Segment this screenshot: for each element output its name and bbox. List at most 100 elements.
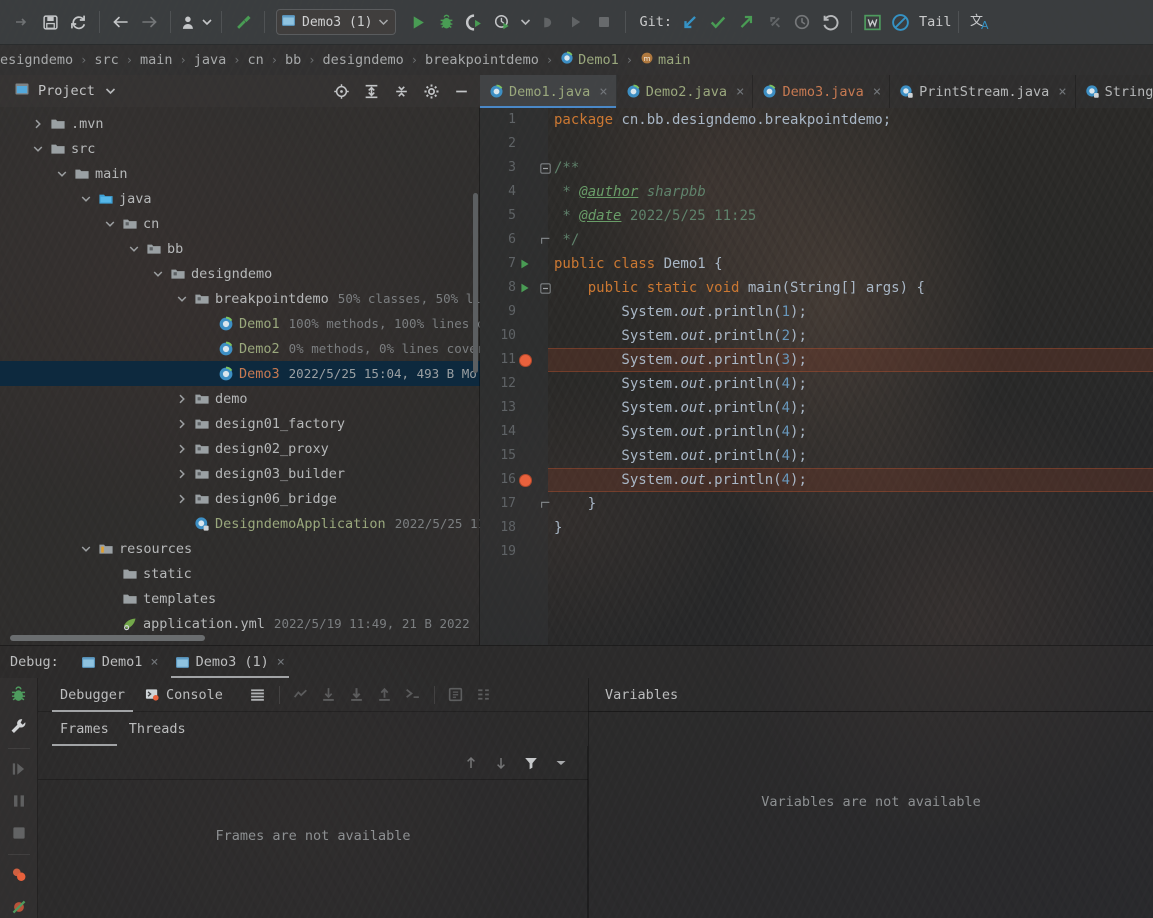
profile-button[interactable] <box>488 8 516 36</box>
tree-row[interactable]: java <box>0 186 480 211</box>
breadcrumb-item-src[interactable]: src <box>94 52 118 68</box>
close-icon[interactable]: × <box>873 84 881 100</box>
breadcrumb-item-java[interactable]: java <box>194 52 227 68</box>
breadcrumb-item-bb[interactable]: bb <box>285 52 301 68</box>
tree-row[interactable]: Demo2 0% methods, 0% lines cover <box>0 336 480 361</box>
settings-wrench-icon[interactable] <box>6 716 32 738</box>
run-gutter-icon[interactable] <box>516 276 534 300</box>
code-line[interactable] <box>548 540 1153 564</box>
tree-row[interactable]: bb <box>0 236 480 261</box>
tree-row[interactable]: cn <box>0 211 480 236</box>
no-entry-icon[interactable] <box>887 8 915 36</box>
attach-process-button[interactable] <box>534 8 562 36</box>
chevron-right-icon[interactable] <box>174 391 190 407</box>
editor-splitter[interactable] <box>479 108 480 645</box>
mute-breakpoints-icon[interactable] <box>6 896 32 918</box>
pause-program-icon[interactable] <box>6 790 32 812</box>
profile-icon[interactable] <box>178 8 200 36</box>
build-hammer-icon[interactable] <box>229 8 257 36</box>
translate-icon[interactable]: 文A <box>966 8 996 36</box>
translate-w-icon[interactable] <box>859 8 887 36</box>
breadcrumb-item-demo1[interactable]: Demo1 <box>560 51 619 69</box>
code-line[interactable]: public class Demo1 { <box>548 252 1153 276</box>
run-configuration-selector[interactable]: Demo3 (1) <box>276 9 397 35</box>
step-out-icon[interactable] <box>372 682 398 708</box>
project-vertical-scrollbar[interactable] <box>473 193 478 373</box>
chevron-right-icon[interactable] <box>174 441 190 457</box>
resume-program-icon[interactable] <box>6 758 32 780</box>
code-line[interactable] <box>548 132 1153 156</box>
breadcrumb-item-esigndemo[interactable]: esigndemo <box>0 52 73 68</box>
debugger-bug-icon[interactable] <box>6 684 32 706</box>
editor-tab-demo2-java[interactable]: Demo2.java × <box>617 75 754 108</box>
tree-row[interactable]: src <box>0 136 480 161</box>
code-line[interactable]: * @date 2022/5/25 11:25 <box>548 204 1153 228</box>
move-down-icon[interactable] <box>488 750 514 776</box>
editor-tab-demo3-java[interactable]: Demo3.java × <box>753 75 891 108</box>
git-rollback-icon[interactable] <box>760 8 788 36</box>
chevron-right-icon[interactable] <box>30 116 46 132</box>
move-up-icon[interactable] <box>458 750 484 776</box>
layout-settings-icon[interactable] <box>245 682 271 708</box>
close-icon[interactable]: × <box>1058 84 1066 100</box>
git-history-icon[interactable] <box>788 8 816 36</box>
chevron-right-icon[interactable] <box>174 491 190 507</box>
tree-row[interactable]: design06_bridge <box>0 486 480 511</box>
code-line[interactable]: /** <box>548 156 1153 180</box>
chevron-right-icon[interactable] <box>174 416 190 432</box>
rerun-button[interactable] <box>562 8 590 36</box>
code-line[interactable]: System.out.println(4); <box>548 468 1153 492</box>
chevron-down-icon[interactable] <box>54 166 70 182</box>
forward-arrow-icon[interactable] <box>135 8 163 36</box>
code-line[interactable]: } <box>548 516 1153 540</box>
save-all-icon[interactable] <box>8 8 36 36</box>
git-commit-icon[interactable] <box>704 8 732 36</box>
code-line[interactable]: * @author sharpbb <box>548 180 1153 204</box>
filter-icon[interactable] <box>518 750 544 776</box>
code-line[interactable]: System.out.println(4); <box>548 396 1153 420</box>
tree-row[interactable]: application.yml 2022/5/19 11:49, 21 B 202… <box>0 611 480 636</box>
profile-dropdown-icon[interactable] <box>200 8 214 36</box>
debug-tab-threads[interactable]: Threads <box>119 712 196 746</box>
debug-session-tab-demo1[interactable]: Demo1 × <box>73 646 167 678</box>
debug-tab-frames[interactable]: Frames <box>50 712 119 746</box>
view-breakpoints-icon[interactable] <box>6 865 32 887</box>
chevron-down-icon[interactable] <box>78 541 94 557</box>
more-run-options-button[interactable] <box>516 8 534 36</box>
evaluate-expression-icon[interactable] <box>443 682 469 708</box>
undo-icon[interactable] <box>816 8 844 36</box>
breadcrumb-item-main[interactable]: m main <box>640 51 690 69</box>
tree-row[interactable]: main <box>0 161 480 186</box>
close-icon[interactable]: × <box>277 654 285 670</box>
breakpoint-icon[interactable] <box>516 468 534 492</box>
tree-row[interactable]: Demo3 2022/5/25 15:04, 493 B Mo <box>0 361 480 386</box>
tree-row[interactable]: design01_factory <box>0 411 480 436</box>
close-icon[interactable]: × <box>150 654 158 670</box>
editor-tab-printstream-java[interactable]: PrintStream.java × <box>890 75 1076 108</box>
code-line[interactable]: package cn.bb.designdemo.breakpointdemo; <box>548 108 1153 132</box>
code-line[interactable]: } <box>548 492 1153 516</box>
project-horizontal-scrollbar[interactable] <box>10 635 205 641</box>
code-line[interactable]: System.out.println(4); <box>548 420 1153 444</box>
run-with-coverage-button[interactable] <box>460 8 488 36</box>
chevron-down-icon[interactable] <box>102 216 118 232</box>
back-arrow-icon[interactable] <box>107 8 135 36</box>
breadcrumb-item-breakpointdemo[interactable]: breakpointdemo <box>425 52 539 68</box>
tree-row[interactable]: DesigndemoApplication 2022/5/25 11 <box>0 511 480 536</box>
code-line[interactable]: System.out.println(3); <box>548 348 1153 372</box>
debug-button[interactable] <box>432 8 460 36</box>
breakpoint-icon[interactable] <box>516 348 534 372</box>
git-push-icon[interactable] <box>732 8 760 36</box>
editor-tab-string[interactable]: String <box>1076 75 1153 108</box>
run-button[interactable] <box>404 8 432 36</box>
editor-gutter[interactable]: 1 2 3 4 5 6 7 8 9 10 11 12 13 14 15 16 17 18 19 <box>480 108 551 645</box>
step-over-icon[interactable] <box>316 682 342 708</box>
expand-all-icon[interactable] <box>358 78 384 104</box>
tree-row[interactable]: demo <box>0 386 480 411</box>
tree-row[interactable]: .mvn <box>0 111 480 136</box>
debug-subtab-debugger[interactable]: Debugger <box>50 678 135 712</box>
code-editor[interactable]: 1 2 3 4 5 6 7 8 9 10 11 12 13 14 15 16 17 18 19 package cn… <box>480 108 1153 645</box>
run-gutter-icon[interactable] <box>516 252 534 276</box>
tree-row[interactable]: Demo1 100% methods, 100% lines c <box>0 311 480 336</box>
tail-label[interactable]: Tail <box>919 14 952 30</box>
